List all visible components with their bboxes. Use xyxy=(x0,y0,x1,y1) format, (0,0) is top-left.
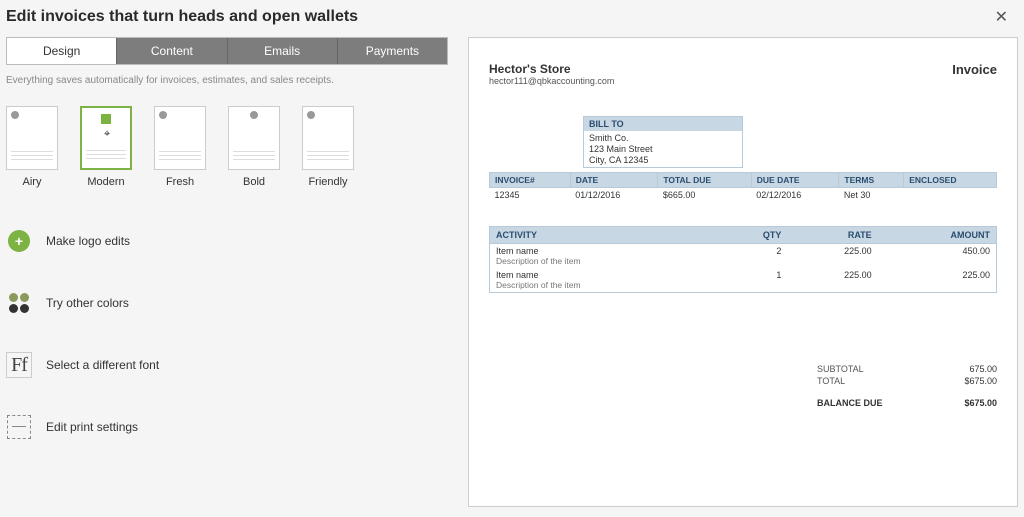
meta-header: DUE DATE xyxy=(751,173,839,188)
tab-design[interactable]: Design xyxy=(7,38,117,64)
subtotal-label: SUBTOTAL xyxy=(817,364,864,374)
item-amount: 450.00 xyxy=(878,244,997,269)
option-logo-edits[interactable]: + Make logo edits xyxy=(6,228,448,254)
total-label: TOTAL xyxy=(817,376,845,386)
autosave-note: Everything saves automatically for invoi… xyxy=(6,75,448,86)
template-friendly[interactable]: Friendly xyxy=(302,106,354,188)
meta-value: 02/12/2016 xyxy=(751,188,839,203)
item-qty: 2 xyxy=(718,244,788,269)
item-rate: 225.00 xyxy=(787,244,877,269)
template-label: Fresh xyxy=(166,176,194,188)
bill-to-city: City, CA 12345 xyxy=(589,155,737,166)
item-qty: 1 xyxy=(718,268,788,293)
items-table: ACTIVITY QTY RATE AMOUNT Item name Descr… xyxy=(489,226,997,293)
item-header: ACTIVITY xyxy=(490,227,718,244)
tabs: Design Content Emails Payments xyxy=(6,37,448,65)
balance-label: BALANCE DUE xyxy=(817,398,883,408)
meta-header: INVOICE# xyxy=(490,173,571,188)
item-desc: Description of the item xyxy=(496,256,712,266)
meta-value: 01/12/2016 xyxy=(570,188,658,203)
template-fresh[interactable]: Fresh xyxy=(154,106,206,188)
item-name: Item name xyxy=(496,246,712,256)
meta-header: DATE xyxy=(570,173,658,188)
meta-table: INVOICE# DATE TOTAL DUE DUE DATE TERMS E… xyxy=(489,172,997,202)
meta-header: ENCLOSED xyxy=(904,173,997,188)
option-label: Edit print settings xyxy=(46,420,138,434)
template-label: Modern xyxy=(87,176,124,188)
invoice-preview: Hector's Store hector111@qbkaccounting.c… xyxy=(468,37,1018,507)
balance-value: $675.00 xyxy=(964,398,997,408)
company-email: hector111@qbkaccounting.com xyxy=(489,76,614,86)
tab-content[interactable]: Content xyxy=(117,38,227,64)
template-airy[interactable]: Airy xyxy=(6,106,58,188)
bill-to-street: 123 Main Street xyxy=(589,144,737,155)
template-modern[interactable]: ⌖ Modern xyxy=(80,106,132,188)
option-print-settings[interactable]: Edit print settings xyxy=(6,414,448,440)
item-header: QTY xyxy=(718,227,788,244)
option-label: Try other colors xyxy=(46,296,129,310)
template-row: Airy ⌖ Modern Fresh Bold Friendly xyxy=(6,106,448,188)
bill-to-name: Smith Co. xyxy=(589,133,737,144)
option-select-font[interactable]: Ff Select a different font xyxy=(6,352,448,378)
meta-value: Net 30 xyxy=(839,188,904,203)
meta-value: 12345 xyxy=(490,188,571,203)
font-icon: Ff xyxy=(6,352,32,378)
palette-icon xyxy=(6,290,32,316)
page-title: Edit invoices that turn heads and open w… xyxy=(6,8,358,26)
option-label: Select a different font xyxy=(46,358,159,372)
bill-to-box: BILL TO Smith Co. 123 Main Street City, … xyxy=(583,116,743,168)
print-layout-icon xyxy=(6,414,32,440)
item-amount: 225.00 xyxy=(878,268,997,293)
item-name: Item name xyxy=(496,270,712,280)
left-panel: Design Content Emails Payments Everythin… xyxy=(6,37,448,507)
meta-value xyxy=(904,188,997,203)
tab-emails[interactable]: Emails xyxy=(228,38,338,64)
table-row: Item name Description of the item 1 225.… xyxy=(490,268,997,293)
totals: SUBTOTAL 675.00 TOTAL $675.00 BALANCE DU… xyxy=(817,363,997,409)
template-label: Airy xyxy=(23,176,42,188)
meta-header: TOTAL DUE xyxy=(658,173,751,188)
meta-value: $665.00 xyxy=(658,188,751,203)
option-label: Make logo edits xyxy=(46,234,130,248)
total-value: $675.00 xyxy=(964,376,997,386)
template-label: Bold xyxy=(243,176,265,188)
template-bold[interactable]: Bold xyxy=(228,106,280,188)
subtotal-value: 675.00 xyxy=(969,364,997,374)
template-label: Friendly xyxy=(308,176,347,188)
item-header: RATE xyxy=(787,227,877,244)
company-name: Hector's Store xyxy=(489,62,614,76)
item-header: AMOUNT xyxy=(878,227,997,244)
bill-to-label: BILL TO xyxy=(584,117,742,131)
meta-header: TERMS xyxy=(839,173,904,188)
invoice-title: Invoice xyxy=(952,62,997,77)
option-try-colors[interactable]: Try other colors xyxy=(6,290,448,316)
cursor-icon: ⌖ xyxy=(104,128,110,141)
table-row: Item name Description of the item 2 225.… xyxy=(490,244,997,269)
plus-icon: + xyxy=(6,228,32,254)
modal-header: Edit invoices that turn heads and open w… xyxy=(0,0,1024,37)
close-icon[interactable]: ✕ xyxy=(989,5,1014,29)
tab-payments[interactable]: Payments xyxy=(338,38,447,64)
item-rate: 225.00 xyxy=(787,268,877,293)
item-desc: Description of the item xyxy=(496,280,712,290)
